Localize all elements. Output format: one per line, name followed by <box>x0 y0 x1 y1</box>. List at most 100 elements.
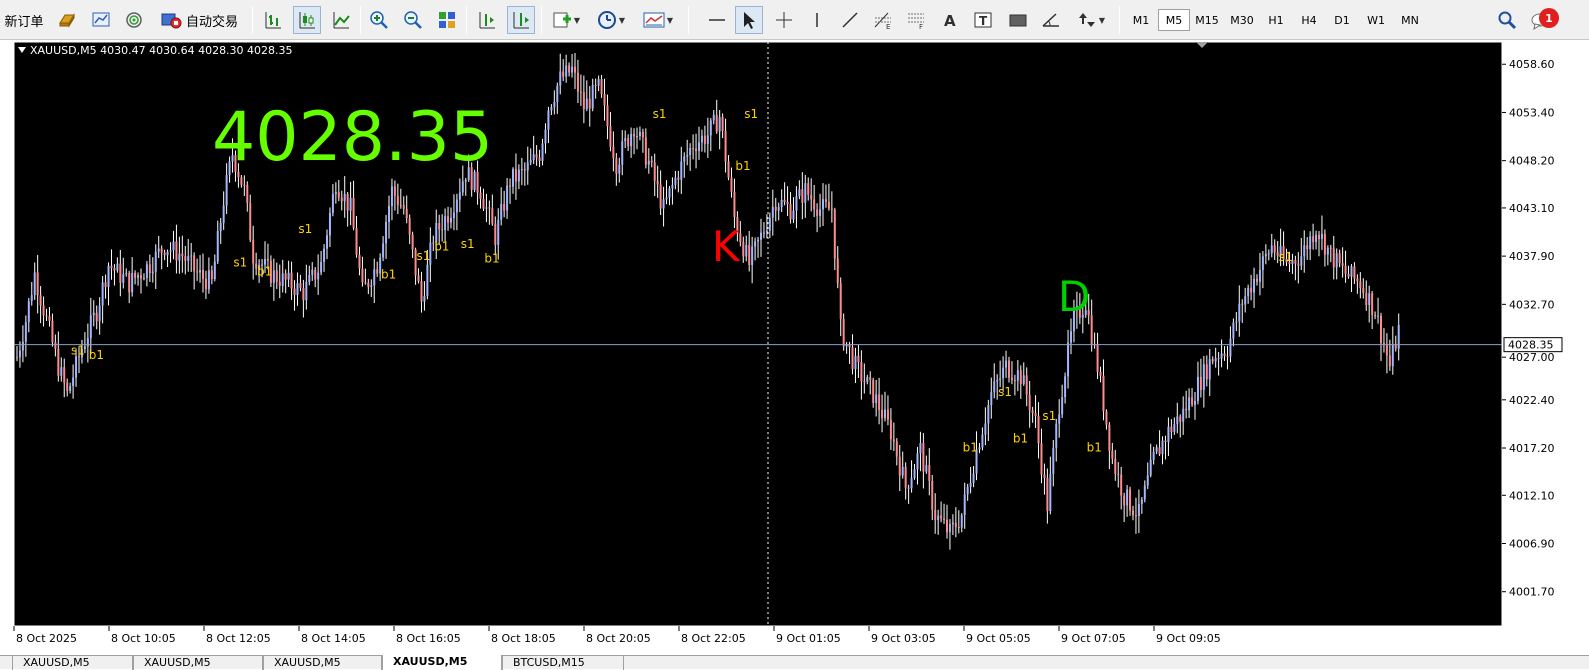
y-tick-label: 4037.90 <box>1509 250 1555 263</box>
timeframe-m15[interactable]: M15 <box>1191 9 1223 31</box>
notification-badge[interactable]: 1 <box>1539 8 1559 28</box>
new-chart-icon[interactable]: ▼ <box>548 6 584 34</box>
chart-symbol-header[interactable]: XAUUSD,M5 4030.47 4030.64 4028.30 4028.3… <box>18 44 293 57</box>
chart-tab[interactable]: XAUUSD,M5 <box>133 656 263 670</box>
timeframe-d1[interactable]: D1 <box>1326 9 1358 31</box>
fibonacci-icon[interactable]: E <box>870 6 896 34</box>
line-chart-icon[interactable] <box>328 6 354 34</box>
text-label-icon[interactable]: T <box>970 6 996 34</box>
zoom-in-icon[interactable] <box>366 6 392 34</box>
timeframe-m5[interactable]: M5 <box>1158 9 1190 31</box>
chart-tab[interactable]: XAUUSD,M5 <box>12 656 133 670</box>
bar-chart-icon[interactable] <box>260 6 286 34</box>
arrows-icon[interactable]: ▼ <box>1071 6 1111 34</box>
candle-body <box>134 273 137 278</box>
templates-icon[interactable]: ▼ <box>638 6 678 34</box>
candle-body <box>1120 474 1123 496</box>
candle-body <box>1008 360 1010 378</box>
vertical-line-icon[interactable] <box>804 6 830 34</box>
signal-label-b1: b1 <box>257 265 272 279</box>
signal-label-b1: b1 <box>1013 431 1028 445</box>
candle-body <box>1111 450 1114 459</box>
autotrading-button[interactable]: 自动交易 <box>153 6 245 34</box>
chart-tab[interactable]: BTCUSD,M15 <box>502 656 624 670</box>
candle-body <box>512 169 514 187</box>
candle-body <box>1137 503 1140 516</box>
candle-body <box>337 192 340 198</box>
candle-body <box>910 477 913 489</box>
candle-body <box>48 316 51 321</box>
autoscroll-icon[interactable] <box>507 6 535 34</box>
candle-body <box>1368 293 1371 306</box>
candle-body <box>131 273 134 293</box>
signal-label-b1: b1 <box>381 267 396 281</box>
candle-body <box>128 273 131 293</box>
chart-tab[interactable]: XAUUSD,M5 <box>263 656 382 670</box>
periods-clock-icon[interactable]: ▼ <box>592 6 630 34</box>
candle-body <box>202 270 204 279</box>
candle-body <box>881 409 884 419</box>
gold-bars-icon[interactable] <box>54 6 80 34</box>
rectangle-icon[interactable] <box>1005 6 1031 34</box>
zoom-out-icon[interactable] <box>400 6 426 34</box>
candle-body <box>1320 233 1323 240</box>
angle-icon[interactable] <box>1038 6 1064 34</box>
candle-body <box>1256 278 1258 282</box>
candle-body <box>689 148 692 155</box>
candle-body <box>166 251 169 256</box>
candle-body <box>854 355 857 370</box>
candle-body <box>172 241 175 251</box>
candle-body <box>574 66 576 73</box>
trend-line-icon[interactable] <box>837 6 863 34</box>
signal-label-b1: b1 <box>963 441 978 455</box>
y-tick-label: 4012.10 <box>1509 489 1555 502</box>
candle-body <box>45 315 48 317</box>
timeframe-mn[interactable]: MN <box>1394 9 1426 31</box>
market-watch-icon[interactable] <box>88 6 114 34</box>
candle-body <box>1019 370 1022 384</box>
candle-body <box>1040 443 1043 475</box>
candle-body <box>745 244 748 257</box>
candle-body <box>724 130 727 162</box>
horizontal-line-icon[interactable] <box>704 6 730 34</box>
candle-body <box>1043 474 1046 478</box>
chart-tab[interactable]: XAUUSD,M5 <box>382 655 502 670</box>
new-order-button[interactable]: 新订单 <box>0 6 48 34</box>
x-tick-label: 9 Oct 07:05 <box>1061 632 1126 645</box>
timeframe-h1[interactable]: H1 <box>1260 9 1292 31</box>
candle-body <box>181 253 184 257</box>
candle-body <box>889 419 892 440</box>
candle-body <box>175 241 178 261</box>
candle-body <box>1140 499 1143 504</box>
candle-body <box>326 235 328 249</box>
candle-body <box>624 138 627 142</box>
candle-body <box>1005 360 1008 368</box>
y-tick-label: 4048.20 <box>1509 155 1555 168</box>
crosshair-icon[interactable] <box>771 6 797 34</box>
chart-symbol-text: XAUUSD,M5 4030.47 4030.64 4028.30 4028.3… <box>30 44 293 57</box>
candlestick-icon[interactable] <box>293 6 321 34</box>
candle-body <box>1129 489 1132 511</box>
candle-body <box>216 231 219 262</box>
fibonacci-expansion-icon[interactable]: F <box>903 6 929 34</box>
signals-icon[interactable] <box>121 6 147 34</box>
chart-shift-icon[interactable] <box>474 6 500 34</box>
candle-body <box>290 272 293 289</box>
candle-body <box>1013 380 1016 382</box>
candle-body <box>656 180 659 185</box>
search-icon[interactable] <box>1494 6 1520 34</box>
timeframe-w1[interactable]: W1 <box>1360 9 1392 31</box>
cursor-arrow-icon[interactable] <box>735 6 763 34</box>
timeframe-m1[interactable]: M1 <box>1125 9 1157 31</box>
timeframe-m30[interactable]: M30 <box>1226 9 1258 31</box>
candle-body <box>928 465 931 481</box>
candle-body <box>151 271 154 274</box>
tile-windows-icon[interactable] <box>434 6 460 34</box>
candle-body <box>311 269 314 275</box>
candle-body <box>954 522 957 528</box>
timeframe-h4[interactable]: H4 <box>1293 9 1325 31</box>
candle-body <box>830 208 833 210</box>
candle-body <box>57 348 60 376</box>
text-icon[interactable]: A <box>937 6 963 34</box>
candle-body <box>101 282 104 306</box>
